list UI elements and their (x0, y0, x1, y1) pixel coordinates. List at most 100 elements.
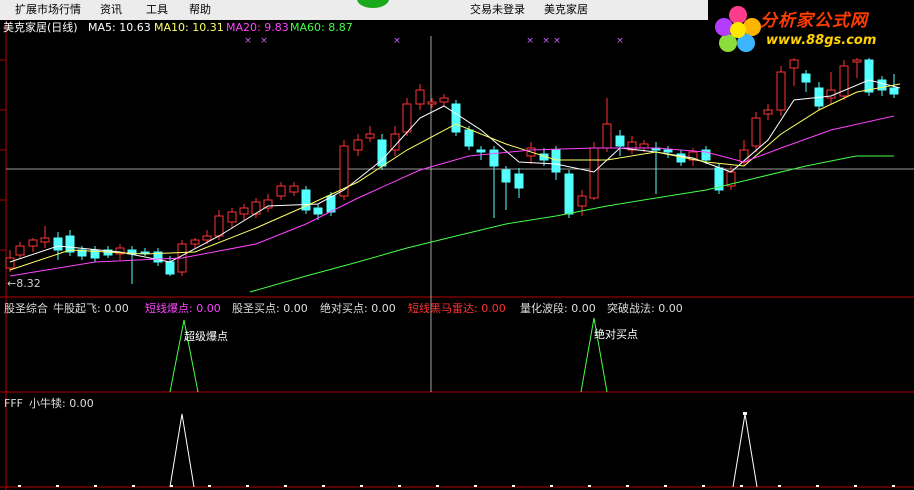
candle-body-40 (501, 169, 511, 183)
candle-body-38 (476, 149, 486, 153)
annotation-super-burst: 超级爆点 (184, 330, 228, 343)
fff-baseline-dot-10 (398, 485, 401, 487)
fff-baseline-dot-4 (170, 485, 173, 487)
fff-label: 小牛犊: 0.00 (29, 397, 94, 410)
candle-body-47 (589, 147, 599, 199)
candle-body-34 (427, 101, 437, 105)
candle-body-45 (564, 173, 574, 215)
indicator-label-4: 绝对买点: 0.00 (320, 302, 396, 315)
fff-baseline-dot-18 (702, 485, 705, 487)
candle-body-69 (864, 59, 874, 93)
candle-body-60 (751, 117, 761, 147)
signal-marker-3: × (526, 36, 534, 46)
fff-baseline-dot-17 (664, 485, 667, 487)
indicator-label-1: 牛股起飞: 0.00 (53, 302, 129, 315)
candle-body-18 (227, 211, 237, 223)
candle-body-3 (40, 237, 50, 243)
signal-marker-2: × (393, 36, 401, 46)
candle-body-23 (289, 185, 299, 193)
candle-body-68 (852, 59, 862, 63)
indicator-name: 股圣综合 (4, 302, 48, 315)
fff-baseline-dot-22 (854, 485, 857, 487)
indicator-label-3: 股圣买点: 0.00 (232, 302, 308, 315)
ma60-value: MA60: 8.87 (290, 21, 353, 34)
signal-marker-0: × (244, 36, 252, 46)
candle-body-49 (615, 135, 625, 147)
candle-body-22 (276, 185, 286, 197)
candle-body-4 (53, 237, 63, 251)
candle-body-16 (202, 235, 212, 241)
candle-body-44 (551, 149, 561, 173)
fff-baseline-dot-19 (740, 485, 743, 487)
candle-body-1 (15, 245, 25, 256)
fff-baseline-dot-12 (474, 485, 477, 487)
candle-body-53 (663, 149, 673, 153)
indicator-label-6: 量化波段: 0.00 (520, 302, 596, 315)
low-price-marker: ←8.32 (7, 277, 41, 290)
chart-area[interactable]: ×××××××× (0, 0, 914, 490)
candle-body-37 (464, 129, 474, 147)
fff-baseline-dot-3 (132, 485, 135, 487)
candle-body-2 (28, 239, 38, 247)
fff-baseline-dot-15 (588, 485, 591, 487)
flower-logo-icon (715, 6, 761, 52)
calf-peak-dot (743, 412, 747, 415)
fff-baseline-dot-1 (56, 485, 59, 487)
fff-baseline-dot-11 (436, 485, 439, 487)
fff-baseline-dot-13 (512, 485, 515, 487)
candle-body-41 (514, 173, 524, 189)
candle-body-0 (5, 257, 15, 269)
ma5-value: MA5: 10.63 (88, 21, 151, 34)
candle-body-62 (776, 71, 786, 111)
fff-baseline-dot-0 (18, 485, 21, 487)
fff-baseline-dot-23 (892, 485, 895, 487)
signal-marker-1: × (260, 36, 268, 46)
fff-baseline-dot-7 (284, 485, 287, 487)
candle-body-71 (889, 87, 899, 95)
fff-baseline-dot-20 (778, 485, 781, 487)
fff-baseline-dot-6 (246, 485, 249, 487)
fff-baseline-dot-21 (816, 485, 819, 487)
candle-body-39 (489, 149, 499, 167)
candle-body-61 (763, 109, 773, 115)
candle-body-63 (789, 59, 799, 69)
candle-body-64 (801, 73, 811, 83)
candle-body-70 (877, 79, 887, 91)
candle-body-17 (214, 215, 224, 237)
ma20-value: MA20: 9.83 (226, 21, 289, 34)
candle-body-13 (165, 261, 175, 275)
candle-body-19 (239, 207, 249, 215)
candle-body-15 (190, 239, 200, 245)
candle-body-21 (263, 199, 273, 209)
chart-title: 美克家居(日线) (3, 21, 78, 34)
candle-body-51 (639, 143, 649, 149)
signal-marker-6: × (616, 36, 624, 46)
signal-marker-4: × (542, 36, 550, 46)
candle-body-28 (353, 139, 363, 151)
fff-baseline-dot-8 (322, 485, 325, 487)
fff-baseline-dot-5 (208, 485, 211, 487)
candle-body-25 (313, 207, 323, 215)
candle-body-29 (365, 133, 375, 139)
ma10-value: MA10: 10.31 (154, 21, 224, 34)
candle-body-48 (602, 123, 612, 149)
fff-baseline-dot-14 (550, 485, 553, 487)
logo-url: www.88gs.com (766, 33, 877, 48)
indicator-label-5: 短线黑马雷达: 0.00 (408, 302, 506, 315)
indicator-label-2: 短线爆点: 0.00 (145, 302, 221, 315)
site-logo: 分析家公式网 www.88gs.com (708, 0, 914, 58)
indicator-label-7: 突破战法: 0.00 (607, 302, 683, 315)
candle-body-32 (402, 103, 412, 133)
candle-body-33 (415, 89, 425, 105)
logo-title: 分析家公式网 (760, 11, 868, 31)
candle-body-11 (140, 251, 150, 254)
fff-name: FFF (4, 397, 23, 410)
signal-marker-5: × (553, 36, 561, 46)
fff-baseline-dot-16 (626, 485, 629, 487)
annotation-absolute-buy: 绝对买点 (594, 328, 638, 341)
candle-body-36 (451, 103, 461, 133)
candle-body-46 (577, 195, 587, 207)
fff-baseline-dot-9 (360, 485, 363, 487)
fff-baseline-dot-2 (94, 485, 97, 487)
candle-body-35 (439, 97, 449, 103)
